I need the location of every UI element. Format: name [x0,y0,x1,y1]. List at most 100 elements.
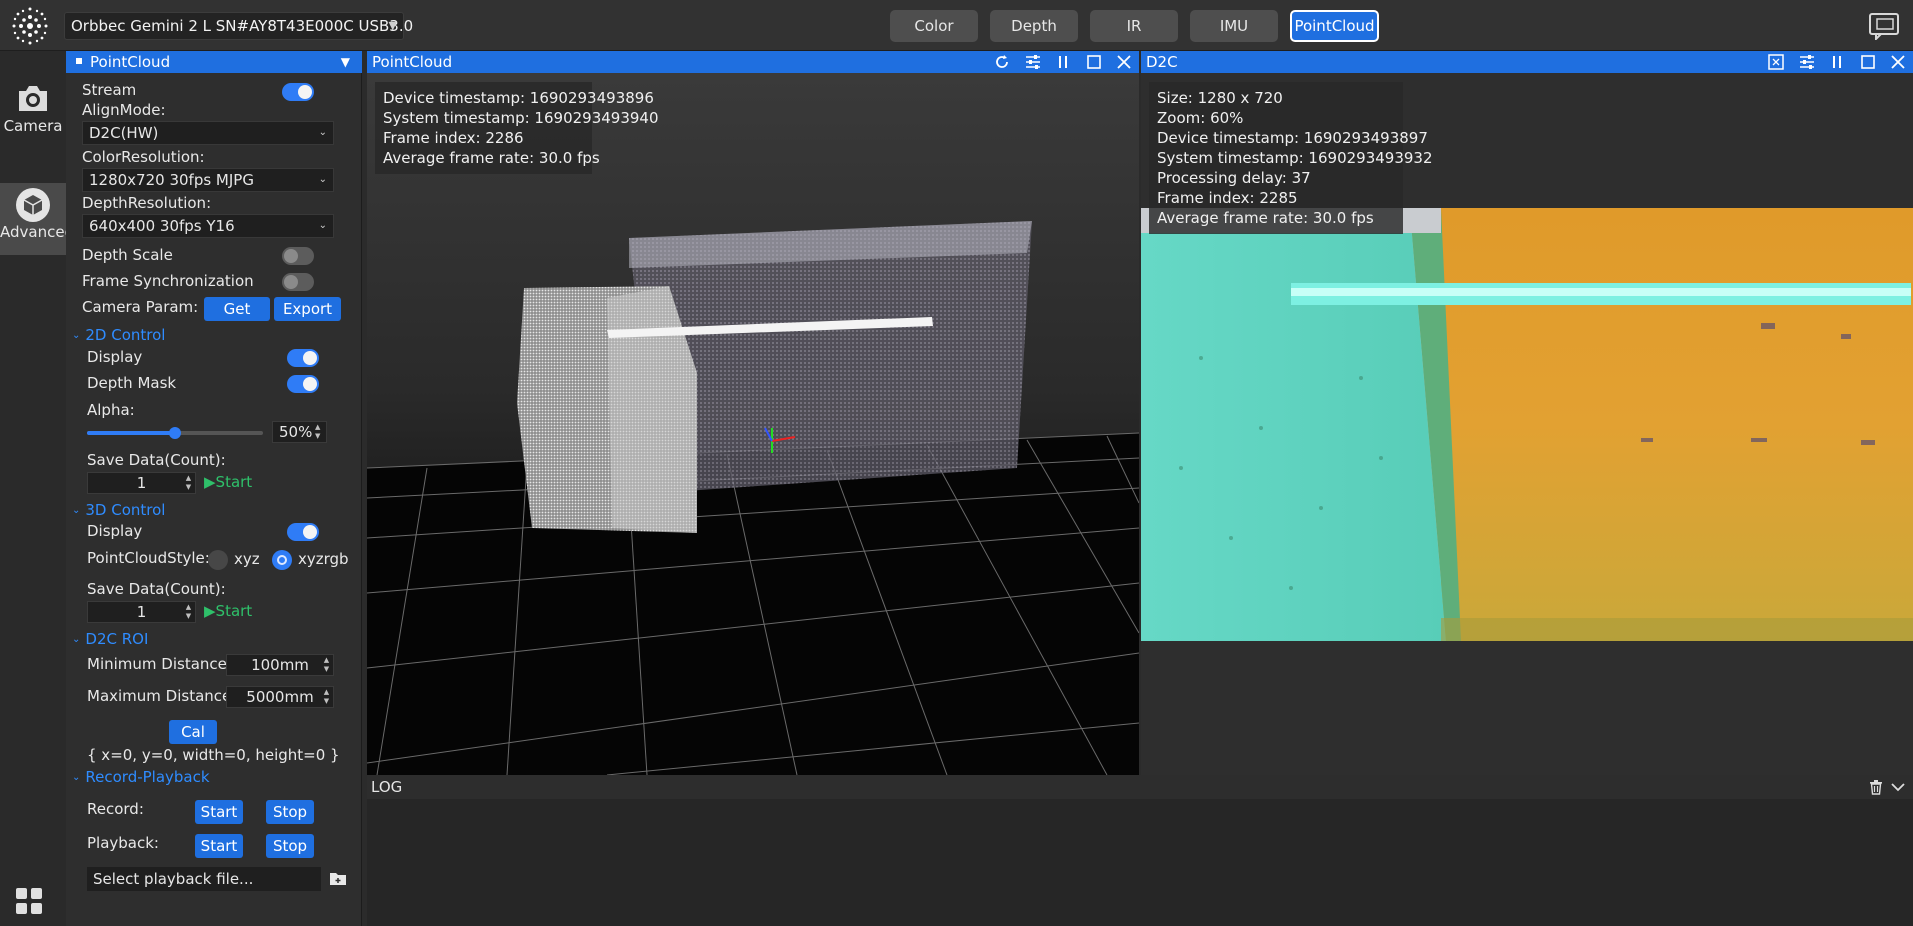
close-icon[interactable] [1889,53,1907,71]
fit-screen-icon[interactable] [1767,53,1785,71]
spin-arrows-icon[interactable]: ▲ ▼ [184,603,193,621]
chevron-down-icon: ⌄ [318,127,327,138]
device-select[interactable]: Orbbec Gemini 2 L SN#AY8T43E000C USB3.0 … [64,12,413,40]
spin-arrows-icon[interactable]: ▲ ▼ [315,423,324,441]
cal-button[interactable]: Cal [169,720,217,744]
panel-header[interactable]: PointCloud ▼ [66,51,362,73]
style-xyz-radio[interactable] [208,550,228,570]
app-window: Orbbec Gemini 2 L SN#AY8T43E000C USB3.0 … [0,0,1913,926]
tab-pointcloud[interactable]: PointCloud [1290,10,1379,42]
record-label: Record: [87,800,144,818]
d2c-toolbar [1759,53,1907,71]
spin-arrows-icon[interactable]: ▲ ▼ [322,656,331,674]
save-2d-start-button[interactable]: ▶Start [204,473,252,491]
left-rail: Camera Advanced [0,51,74,926]
get-button[interactable]: Get [204,297,270,321]
pause-icon[interactable] [1054,53,1072,71]
save-2d-label: Save Data(Count): [87,451,226,469]
message-icon[interactable] [1867,10,1901,40]
playback-start-button[interactable]: Start [195,834,243,858]
save-3d-start-label: Start [215,602,253,620]
info-system-timestamp: System timestamp: 1690293493932 [1157,149,1433,167]
record-start-button[interactable]: Start [195,800,243,824]
orbbec-logo-icon [12,7,48,45]
d2c-canvas[interactable] [1141,208,1913,641]
display-3d-toggle[interactable] [287,523,319,541]
settings-sliders-icon[interactable] [1798,53,1816,71]
info-device-timestamp: Device timestamp: 1690293493897 [1157,129,1428,147]
roi-text: { x=0, y=0, width=0, height=0 } [87,746,340,764]
align-mode-value: D2C(HW) [89,124,159,142]
record-stop-button[interactable]: Stop [266,800,314,824]
style-xyzrgb-radio[interactable] [272,550,292,570]
min-distance-input[interactable]: 100mm ▲ ▼ [226,654,334,676]
playback-stop-button[interactable]: Stop [266,834,314,858]
pointcloud-canvas[interactable] [367,73,1139,775]
trash-icon[interactable] [1869,780,1883,795]
alpha-slider[interactable] [87,427,263,439]
style-xyz-label: xyz [234,550,260,568]
info-frame-rate: Average frame rate: 30.0 fps [1157,209,1374,227]
display-2d-label: Display [87,348,143,366]
color-resolution-select[interactable]: 1280x720 30fps MJPG ⌄ [82,168,334,192]
chevron-down-icon[interactable] [1891,782,1905,792]
section-3d-control[interactable]: ⌄ 3D Control [72,501,165,519]
alpha-value: 50% [279,423,313,441]
pointcloud-toolbar [985,53,1133,71]
display-2d-toggle[interactable] [287,349,319,367]
section-record-playback[interactable]: ⌄ Record-Playback [72,768,210,786]
maximize-icon[interactable] [1085,53,1103,71]
depth-resolution-select[interactable]: 640x400 30fps Y16 ⌄ [82,214,334,238]
save-3d-count-value: 1 [136,603,147,621]
pointcloud-view[interactable]: PointCloud Device timestamp: 16902934938… [367,51,1139,775]
max-distance-label: Maximum Distance: [87,687,237,705]
save-2d-count[interactable]: 1 ▲ ▼ [87,472,196,494]
alpha-spinbox[interactable]: 50% ▲ ▼ [272,421,327,443]
stream-toggle[interactable] [282,83,314,101]
info-system-timestamp: System timestamp: 1690293493940 [383,109,659,127]
rail-advanced[interactable]: Advanced [0,183,74,255]
maximize-icon[interactable] [1859,53,1877,71]
pause-icon[interactable] [1828,53,1846,71]
frame-sync-toggle[interactable] [282,273,314,291]
export-button[interactable]: Export [274,297,341,321]
section-d2c-roi[interactable]: ⌄ D2C ROI [72,630,148,648]
close-icon[interactable] [1115,53,1133,71]
tab-depth[interactable]: Depth [990,10,1078,42]
depth-mask-toggle[interactable] [287,375,319,393]
section-3d-control-title: 3D Control [85,501,166,519]
max-distance-input[interactable]: 5000mm ▲ ▼ [226,686,334,708]
cube-icon [16,188,50,222]
spin-arrows-icon[interactable]: ▲ ▼ [184,474,193,492]
save-3d-count[interactable]: 1 ▲ ▼ [87,601,196,623]
camera-icon [19,86,47,111]
pointcloud-title: PointCloud [372,53,453,71]
rail-camera-label: Camera [3,117,63,135]
alpha-slider-handle[interactable] [169,427,181,439]
settings-sliders-icon[interactable] [1024,53,1042,71]
min-distance-label: Minimum Distance: [87,655,232,673]
depth-resolution-label: DepthResolution: [82,194,212,212]
d2c-view[interactable]: D2C Size: 1280 x 720 Zoom: 60% Device ti… [1141,51,1913,775]
rail-camera[interactable]: Camera [0,81,66,153]
d2c-info-overlay: Size: 1280 x 720 Zoom: 60% Device timest… [1149,82,1433,234]
save-3d-label: Save Data(Count): [87,580,226,598]
info-frame-index: Frame index: 2285 [1157,189,1298,207]
tab-imu[interactable]: IMU [1190,10,1278,42]
save-3d-start-button[interactable]: ▶Start [204,602,252,620]
refresh-icon[interactable] [993,53,1011,71]
align-mode-select[interactable]: D2C(HW) ⌄ [82,121,334,145]
play-icon: ▶ [204,473,216,491]
section-2d-control[interactable]: ⌄ 2D Control [72,326,165,344]
playback-file-input[interactable]: Select playback file... [87,867,321,891]
apps-grid-icon[interactable] [14,886,44,916]
spin-arrows-icon[interactable]: ▲ ▼ [322,688,331,706]
depth-scale-toggle[interactable] [282,247,314,265]
align-mode-label: AlignMode: [82,101,166,119]
tab-color[interactable]: Color [890,10,978,42]
folder-icon[interactable] [329,871,347,887]
frame-sync-label: Frame Synchronization [82,272,254,290]
tab-ir[interactable]: IR [1090,10,1178,42]
camera-param-label: Camera Param: [82,298,199,316]
stream-label: Stream [82,81,137,99]
